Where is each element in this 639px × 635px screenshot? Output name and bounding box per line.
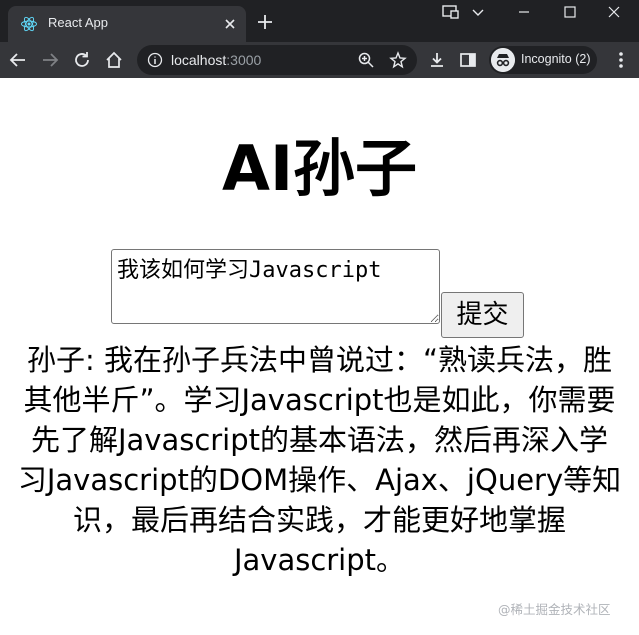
answer-line: 孙子: 我在孙子兵法中曾说过：“熟读兵法，胜 bbox=[26, 343, 612, 377]
tab-title: React App bbox=[48, 15, 108, 30]
answer-line: Javascript。 bbox=[233, 543, 406, 577]
answer-line: 识，最后再结合实践，才能更好地掌握 bbox=[72, 503, 566, 537]
address-url[interactable]: localhost:3000 bbox=[171, 52, 261, 68]
app-title: AI孙子 bbox=[221, 132, 418, 205]
minimize-icon[interactable] bbox=[516, 4, 532, 20]
home-icon[interactable] bbox=[104, 50, 124, 70]
download-icon[interactable] bbox=[427, 50, 447, 70]
close-tab-icon[interactable] bbox=[222, 16, 238, 32]
forward-arrow-icon[interactable] bbox=[40, 50, 60, 70]
close-window-icon[interactable] bbox=[606, 4, 622, 20]
submit-button[interactable]: 提交 bbox=[441, 292, 524, 338]
answer-line: 其他半斤”。学习Javascript也是如此，你需要 bbox=[23, 383, 616, 417]
site-info-icon[interactable] bbox=[147, 52, 163, 68]
browser-tab[interactable]: React App bbox=[8, 6, 246, 42]
page-viewport: AI孙子 我该如何学习Javascript 提交 孙子: 我在孙子兵法中曾说过：… bbox=[0, 78, 639, 635]
cast-icon[interactable] bbox=[441, 4, 459, 20]
back-arrow-icon[interactable] bbox=[8, 50, 28, 70]
react-logo-icon bbox=[21, 16, 37, 32]
browser-tab-strip: React App bbox=[0, 0, 639, 42]
maximize-icon[interactable] bbox=[562, 4, 578, 20]
more-options-icon[interactable] bbox=[613, 50, 629, 70]
incognito-profile-button[interactable]: Incognito (2) bbox=[489, 46, 597, 74]
url-host: localhost bbox=[171, 52, 227, 68]
tab-search-chevron-down-icon[interactable] bbox=[470, 4, 486, 20]
url-port: :3000 bbox=[226, 52, 262, 68]
incognito-label: Incognito (2) bbox=[521, 52, 591, 66]
bookmark-star-icon[interactable] bbox=[389, 51, 407, 69]
watermark: @稀土掘金技术社区 bbox=[498, 602, 611, 617]
reload-icon[interactable] bbox=[72, 50, 92, 70]
answer-line: 习Javascript的DOM操作、Ajax、jQuery等知 bbox=[17, 463, 622, 497]
question-input[interactable]: 我该如何学习Javascript bbox=[111, 249, 440, 324]
zoom-icon[interactable] bbox=[357, 51, 375, 69]
answer-line: 先了解Javascript的基本语法，然后再深入学 bbox=[30, 423, 609, 457]
side-panel-icon[interactable] bbox=[458, 50, 478, 70]
browser-toolbar: localhost:3000 Incognito (2) bbox=[0, 42, 639, 78]
new-tab-icon[interactable] bbox=[256, 13, 274, 31]
incognito-icon bbox=[491, 48, 515, 72]
address-bar[interactable]: localhost:3000 bbox=[137, 45, 417, 75]
answer-text: 孙子: 我在孙子兵法中曾说过：“熟读兵法，胜 其他半斤”。学习Javascrip… bbox=[0, 340, 639, 580]
